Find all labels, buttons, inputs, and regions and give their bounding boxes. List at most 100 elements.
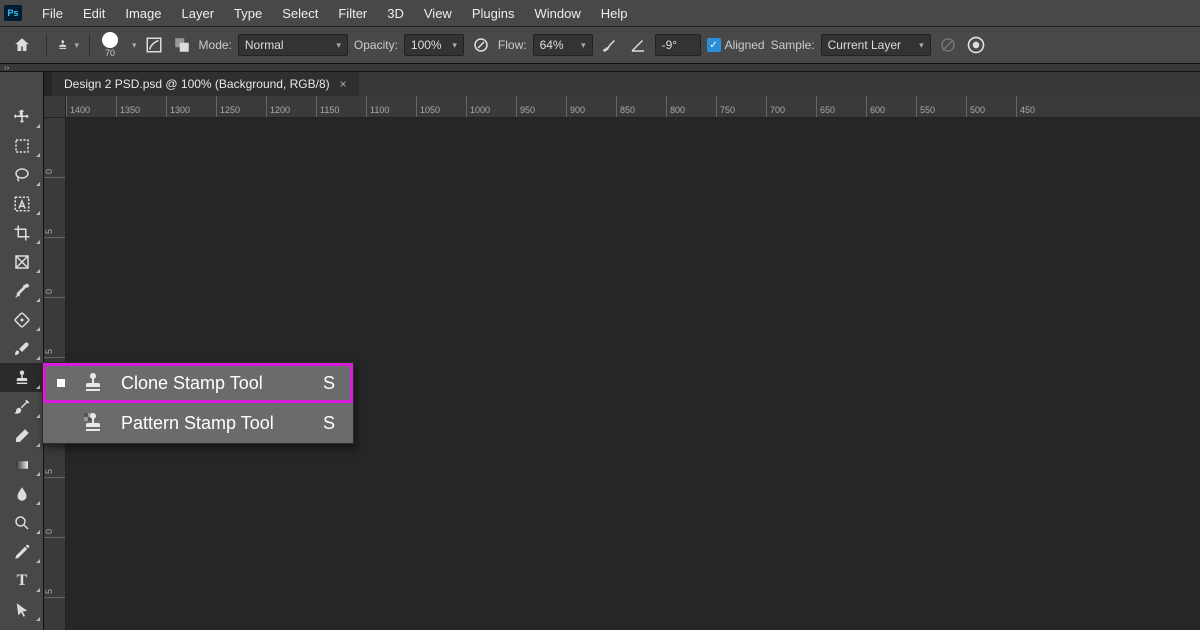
flyout-indicator-icon	[36, 298, 40, 302]
angle-icon-button[interactable]	[627, 34, 649, 56]
ruler-tick: 550	[916, 96, 966, 117]
ruler-tick: 1200	[266, 96, 316, 117]
aligned-checkbox[interactable]: ✓ Aligned	[707, 38, 765, 52]
aligned-label: Aligned	[725, 38, 765, 52]
ruler-tick: 1100	[366, 96, 416, 117]
brush-size-label: 70	[105, 48, 115, 58]
mode-value: Normal	[245, 38, 284, 52]
menu-type[interactable]: Type	[224, 6, 272, 21]
ruler-tick: 5	[44, 298, 65, 358]
ignore-adjustment-icon	[939, 36, 957, 54]
close-tab-button[interactable]: ×	[340, 77, 347, 91]
pen-tool[interactable]	[0, 537, 44, 566]
document-tab-bar: Design 2 PSD.psd @ 100% (Background, RGB…	[52, 72, 1200, 96]
app-logo-icon: Ps	[4, 5, 22, 21]
frame-tool[interactable]	[0, 247, 44, 276]
object-selection-tool[interactable]	[0, 189, 44, 218]
flyout-indicator-icon	[36, 559, 40, 563]
flyout-indicator-icon	[36, 588, 40, 592]
brush-preset-picker[interactable]: 70	[102, 32, 118, 58]
clone-source-button[interactable]	[171, 34, 193, 56]
flyout-item-label: Clone Stamp Tool	[121, 373, 309, 394]
flyout-indicator-icon	[36, 414, 40, 418]
menu-window[interactable]: Window	[524, 6, 590, 21]
menu-file[interactable]: File	[32, 6, 73, 21]
menu-help[interactable]: Help	[591, 6, 638, 21]
pressure-opacity-button[interactable]	[470, 34, 492, 56]
sample-dropdown[interactable]: Current Layer ▾	[821, 34, 931, 56]
history-brush-tool[interactable]	[0, 392, 44, 421]
checkbox-checked-icon: ✓	[707, 38, 721, 52]
clone-stamp-tool[interactable]	[0, 363, 44, 392]
flyout-indicator-icon	[36, 124, 40, 128]
ruler-tick: 450	[1016, 96, 1066, 117]
ruler-tick: 600	[866, 96, 916, 117]
flyout-indicator-icon	[36, 327, 40, 331]
ruler-tick: 700	[766, 96, 816, 117]
ruler-tick: 900	[566, 96, 616, 117]
opacity-value: 100%	[411, 38, 442, 52]
flow-input[interactable]: 64% ▾	[533, 34, 593, 56]
document-tab-title: Design 2 PSD.psd @ 100% (Background, RGB…	[64, 77, 330, 91]
brush-settings-button[interactable]	[143, 34, 165, 56]
flyout-item-shortcut: S	[323, 373, 335, 394]
menu-filter[interactable]: Filter	[328, 6, 377, 21]
rect-marquee-tool[interactable]	[0, 131, 44, 160]
horizontal-ruler[interactable]: 1400135013001250120011501100105010009509…	[66, 96, 1200, 118]
tools-panel: T	[0, 72, 44, 630]
flyout-item-pattern-stamp-tool[interactable]: Pattern Stamp Tool S	[43, 403, 353, 443]
document-tab[interactable]: Design 2 PSD.psd @ 100% (Background, RGB…	[52, 72, 359, 96]
ruler-tick: 1150	[316, 96, 366, 117]
ruler-origin[interactable]	[44, 96, 66, 118]
menu-image[interactable]: Image	[115, 6, 171, 21]
eyedropper-tool[interactable]	[0, 276, 44, 305]
menu-edit[interactable]: Edit	[73, 6, 115, 21]
lasso-tool[interactable]	[0, 160, 44, 189]
menu-plugins[interactable]: Plugins	[462, 6, 525, 21]
panel-collapse-strip[interactable]: ››	[0, 64, 1200, 72]
flyout-item-shortcut: S	[323, 413, 335, 434]
home-button[interactable]	[8, 33, 36, 57]
flyout-indicator-icon	[36, 501, 40, 505]
opacity-label: Opacity:	[354, 38, 398, 52]
ignore-adjustment-button[interactable]	[937, 34, 959, 56]
healing-brush-tool[interactable]	[0, 305, 44, 334]
opacity-input[interactable]: 100% ▾	[404, 34, 464, 56]
clone-source-icon	[173, 36, 191, 54]
blur-tool[interactable]	[0, 479, 44, 508]
pressure-size-button[interactable]	[965, 34, 987, 56]
gradient-tool[interactable]	[0, 450, 44, 479]
ruler-tick: 500	[966, 96, 1016, 117]
path-selection-tool[interactable]	[0, 595, 44, 624]
mode-dropdown[interactable]: Normal ▾	[238, 34, 348, 56]
brush-panel-icon	[145, 36, 163, 54]
stamp-small-icon	[57, 36, 68, 54]
airbrush-button[interactable]	[599, 34, 621, 56]
angle-input[interactable]: -9°	[655, 34, 701, 56]
menu-layer[interactable]: Layer	[172, 6, 225, 21]
dodge-tool[interactable]	[0, 508, 44, 537]
ruler-tick: 1250	[216, 96, 266, 117]
ruler-tick: 0	[44, 598, 65, 630]
ruler-tick: 0	[44, 238, 65, 298]
chevron-down-icon: ▾	[452, 40, 457, 51]
airbrush-icon	[601, 36, 619, 54]
flow-label: Flow:	[498, 38, 527, 52]
flyout-item-clone-stamp-tool[interactable]: Clone Stamp Tool S	[43, 363, 353, 403]
menu-3d[interactable]: 3D	[377, 6, 414, 21]
tool-preset-picker[interactable]: ▾	[57, 34, 79, 56]
type-tool[interactable]: T	[0, 566, 44, 595]
pattern-stamp-icon	[79, 411, 107, 435]
crop-tool[interactable]	[0, 218, 44, 247]
flyout-item-label: Pattern Stamp Tool	[121, 413, 309, 434]
eraser-tool[interactable]	[0, 421, 44, 450]
flyout-indicator-icon	[36, 385, 40, 389]
brush-tool[interactable]	[0, 334, 44, 363]
ruler-tick: 1300	[166, 96, 216, 117]
menu-view[interactable]: View	[414, 6, 462, 21]
chevron-down-icon: ▾	[74, 40, 79, 51]
move-tool[interactable]	[0, 102, 44, 131]
menu-select[interactable]: Select	[272, 6, 328, 21]
ruler-tick: 1000	[466, 96, 516, 117]
chevron-down-icon[interactable]: ▾	[132, 40, 137, 51]
